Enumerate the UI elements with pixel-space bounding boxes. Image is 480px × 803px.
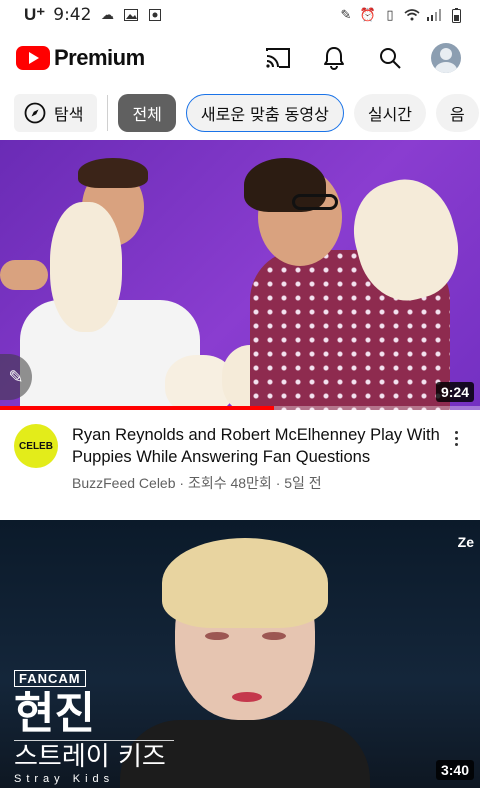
notifications-button[interactable] [316,40,352,76]
fancam-badge: FANCAM [14,670,86,687]
gallery-icon [123,8,139,22]
video-meta: CELEB Ryan Reynolds and Robert McElhenne… [0,424,480,493]
carrier-label: U⁺ [24,5,46,24]
avatar [431,43,461,73]
video-title[interactable]: Ryan Reynolds and Robert McElhenney Play… [72,424,442,468]
kebab-dot [454,443,458,446]
more-options-button[interactable] [446,424,466,493]
clock: 9:42 [53,5,92,25]
edit-icon: ✎ [340,7,352,23]
battery-icon [448,7,464,23]
media-icon [147,8,163,22]
search-button[interactable] [372,40,408,76]
vibrate-icon: ▯ [386,7,394,23]
video-subtitle: BuzzFeed Celeb · 조회수 48만회 · 5일 전 [72,475,322,491]
alarm-icon: ⏰ [359,7,377,23]
thumbnail-figure [50,202,122,332]
cast-button[interactable] [260,40,296,76]
chip-music[interactable]: 음 [436,94,479,132]
thumbnail-figure [292,194,338,210]
corner-mark: Ze [457,534,474,550]
chip-divider [107,95,109,131]
bell-icon [324,47,344,70]
chip-label: 탐색 [54,105,84,124]
search-icon [380,48,401,69]
cloud-icon: ☁ [100,7,114,23]
logo-text: Premium [54,45,145,70]
fancam-name: 현진 [14,688,95,739]
watch-progress-bar [0,406,274,410]
wifi-icon [404,8,420,22]
video-thumbnail[interactable]: FANCAM 현진 스트레이 키즈 Stray Kids Ze 3:40 [0,520,480,788]
cast-icon [266,48,290,68]
video-duration: 9:24 [435,382,474,402]
video-info[interactable]: Ryan Reynolds and Robert McElhenney Play… [72,424,442,493]
thumbnail-figure [262,632,286,640]
thumbnail-figure [162,538,328,628]
chip-label: 전체 [132,105,162,124]
chip-live[interactable]: 실시간 [353,94,427,132]
status-bar: U⁺ 9:42 ☁ ✎ ⏰ ▯ [0,0,480,30]
channel-avatar-text: CELEB [19,440,53,452]
category-chips: 탐색 전체 새로운 맞춤 동영상 실시간 음 [0,92,480,134]
chip-label: 음 [450,105,465,124]
fancam-divider [14,740,174,741]
pencil-icon: ✎ [8,366,24,388]
chip-new-for-you[interactable]: 새로운 맞춤 동영상 [185,94,344,132]
app-header: Premium [0,30,480,86]
video-duration: 3:40 [435,760,474,780]
signal-icon [426,8,442,22]
channel-avatar[interactable]: CELEB [14,424,58,468]
account-button[interactable] [428,40,464,76]
kebab-dot [454,431,458,434]
fancam-group: 스트레이 키즈 [14,742,166,772]
chip-label: 실시간 [367,105,413,124]
thumbnail-figure [232,692,262,702]
youtube-premium-logo[interactable]: Premium [16,45,145,71]
chip-all[interactable]: 전체 [118,94,176,132]
compass-icon [24,102,46,124]
youtube-play-icon [16,46,50,70]
chip-label: 새로운 맞춤 동영상 [200,105,329,124]
thumbnail-figure [0,260,48,290]
chip-explore[interactable]: 탐색 [14,94,98,132]
fancam-group-en: Stray Kids [14,773,115,785]
thumbnail-figure [205,632,229,640]
kebab-dot [454,437,458,440]
thumbnail-figure [78,158,148,188]
video-thumbnail[interactable]: ✎ 9:24 [0,140,480,410]
